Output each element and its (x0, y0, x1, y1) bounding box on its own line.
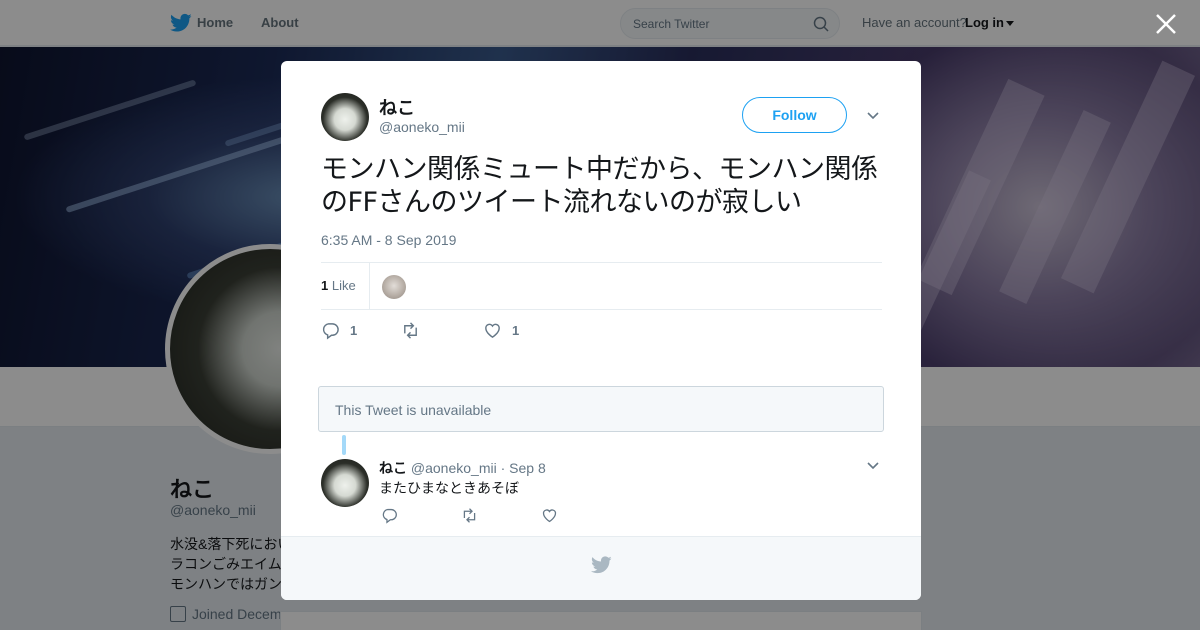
reply-author-avatar[interactable] (321, 459, 369, 507)
heart-icon (542, 509, 557, 523)
reply-header: ねこ @aoneko_mii · Sep 8 (379, 458, 546, 478)
modal-footer (281, 536, 921, 600)
reply-author-name[interactable]: ねこ (379, 460, 407, 476)
like-count: 1 (512, 323, 520, 338)
heart-icon (485, 323, 500, 338)
reply-author-handle[interactable]: @aoneko_mii (411, 460, 497, 476)
likes-count: 1 (321, 278, 329, 293)
thread-connector (342, 435, 346, 455)
reply-icon (382, 508, 397, 524)
tweet-stats: 1 Like (321, 262, 882, 310)
liker-avatar[interactable] (382, 275, 406, 299)
reply-text: またひまなときあそぼ (379, 481, 519, 497)
reply-date[interactable]: · Sep 8 (501, 460, 546, 476)
reply-action[interactable]: 1 (321, 321, 357, 340)
retweet-action[interactable] (401, 321, 420, 340)
like-action[interactable] (541, 507, 558, 524)
chevron-down-icon[interactable] (866, 109, 880, 123)
author-handle[interactable]: @aoneko_mii (379, 119, 465, 135)
chevron-down-icon[interactable] (866, 459, 880, 473)
follow-button[interactable]: Follow (742, 97, 847, 133)
like-action[interactable]: 1 (483, 321, 519, 340)
likes-word: Like (331, 278, 356, 293)
retweet-icon (463, 508, 476, 523)
author-name[interactable]: ねこ (379, 94, 415, 120)
reply-count: 1 (350, 323, 358, 338)
tweet-permalink-modal: ねこ @aoneko_mii Follow モンハン関係ミュート中だから、モンハ… (281, 61, 921, 600)
unavailable-tweet-notice: This Tweet is unavailable (318, 386, 884, 432)
twitter-bird-icon (591, 556, 612, 574)
close-icon[interactable] (1154, 12, 1178, 36)
author-avatar[interactable] (321, 93, 369, 141)
retweet-icon (404, 322, 417, 339)
stats-divider (369, 263, 370, 310)
tweet-text: モンハン関係ミュート中だから、モンハン関係のFFさんのツイート流れないのが寂しい (321, 154, 878, 218)
likes-stat[interactable]: 1 Like (321, 278, 356, 293)
reply-action[interactable] (381, 507, 398, 524)
tweet-timestamp[interactable]: 6:35 AM - 8 Sep 2019 (321, 232, 456, 248)
reply-icon (322, 323, 339, 340)
retweet-action[interactable] (461, 507, 478, 524)
